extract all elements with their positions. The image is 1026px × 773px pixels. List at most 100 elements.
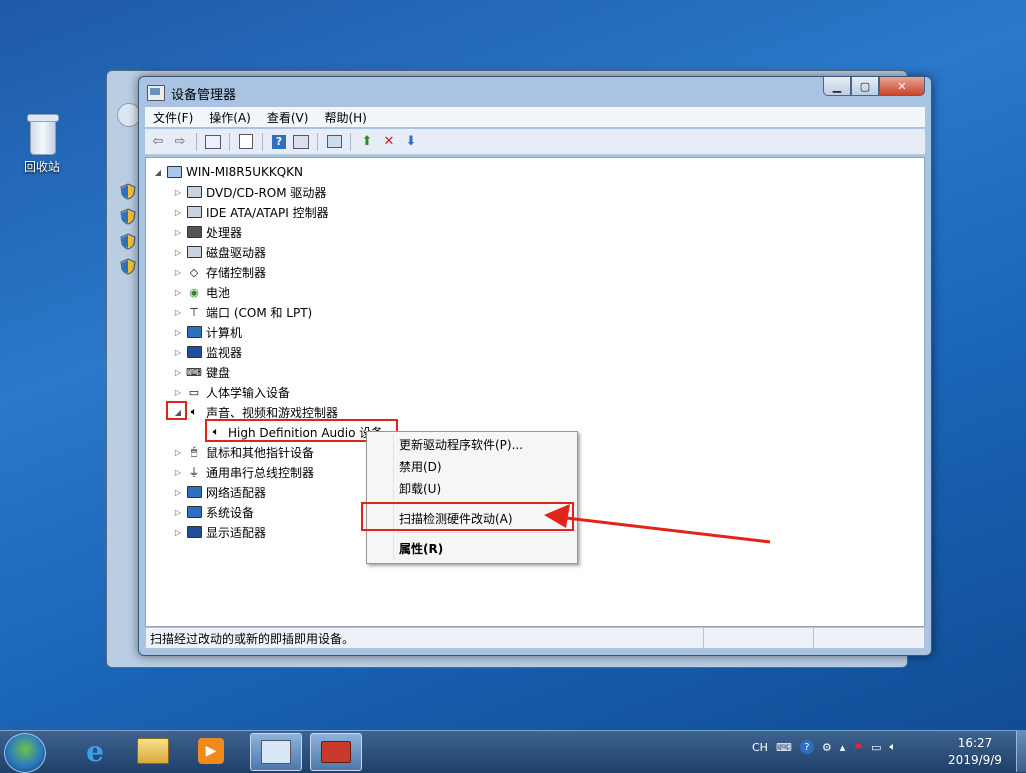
tree-item-label: IDE ATA/ATAPI 控制器 bbox=[206, 205, 329, 220]
system-tray: CH ⌨ ? ⚙ ▴ ⚑ ▭ 🔈︎ bbox=[752, 740, 896, 754]
tree-item[interactable]: ▷ ◇ 存储控制器 bbox=[174, 262, 266, 282]
help-icon[interactable]: ? bbox=[270, 133, 288, 151]
expand-arrow-icon[interactable]: ▷ bbox=[174, 388, 182, 397]
menu-properties[interactable]: 属性(R) bbox=[399, 538, 443, 558]
back-arrow-icon[interactable]: ⇦ bbox=[149, 133, 167, 151]
tree-root[interactable]: ◢ WIN-MI8R5UKKQKN bbox=[154, 162, 303, 182]
computer-icon bbox=[186, 325, 202, 339]
status-pane bbox=[814, 628, 922, 648]
device-manager-window[interactable]: 设备管理器 ▁ ▢ ✕ 文件(F) 操作(A) 查看(V) 帮助(H) ⇦ ⇨ … bbox=[138, 76, 932, 656]
show-desktop-button[interactable] bbox=[1016, 730, 1026, 772]
keyboard-icon[interactable]: ⌨ bbox=[776, 741, 792, 754]
tree-item-label: 系统设备 bbox=[206, 505, 255, 520]
maximize-button[interactable]: ▢ bbox=[851, 77, 879, 96]
tree-item-label: 网络适配器 bbox=[206, 485, 267, 500]
expand-arrow-icon[interactable]: ▷ bbox=[174, 468, 182, 477]
tree-item[interactable]: ▷ ▭ 人体学输入设备 bbox=[174, 382, 290, 402]
close-button[interactable]: ✕ bbox=[879, 77, 925, 96]
computer-icon bbox=[166, 165, 182, 179]
forward-arrow-icon[interactable]: ⇨ bbox=[171, 133, 189, 151]
menu-file[interactable]: 文件(F) bbox=[145, 109, 201, 126]
tree-item[interactable]: ▷ 处理器 bbox=[174, 222, 242, 242]
expand-arrow-icon[interactable]: ▷ bbox=[174, 188, 182, 197]
tree-root-label: WIN-MI8R5UKKQKN bbox=[186, 165, 304, 179]
tree-item[interactable]: ▷ 系统设备 bbox=[174, 502, 254, 522]
ide-controller-icon bbox=[186, 205, 202, 219]
menu-help[interactable]: 帮助(H) bbox=[316, 109, 374, 126]
tree-item[interactable]: ▷ 网络适配器 bbox=[174, 482, 266, 502]
control-panel-taskbar-item[interactable] bbox=[250, 733, 302, 771]
menu-view[interactable]: 查看(V) bbox=[259, 109, 317, 126]
device-manager-taskbar-item[interactable] bbox=[310, 733, 362, 771]
minimize-button[interactable]: ▁ bbox=[823, 77, 851, 96]
expand-arrow-icon[interactable]: ▷ bbox=[174, 288, 182, 297]
expand-arrow-icon[interactable]: ▷ bbox=[174, 488, 182, 497]
expand-arrow-icon[interactable]: ▷ bbox=[174, 268, 182, 277]
status-pane bbox=[704, 628, 814, 648]
show-hidden-icons-icon[interactable]: ▴ bbox=[840, 741, 846, 754]
file-explorer-icon[interactable] bbox=[128, 733, 178, 769]
expand-arrow-icon[interactable]: ▷ bbox=[174, 368, 182, 377]
help-icon[interactable]: ? bbox=[799, 740, 814, 754]
shield-icon bbox=[120, 233, 136, 250]
shield-icon bbox=[120, 183, 136, 200]
window-controls: ▁ ▢ ✕ bbox=[823, 77, 925, 96]
uninstall-icon[interactable]: ✕ bbox=[380, 133, 398, 151]
tree-item-label: 处理器 bbox=[206, 225, 243, 240]
menu-uninstall[interactable]: 卸载(U) bbox=[399, 478, 441, 498]
tree-item-label: 人体学输入设备 bbox=[206, 385, 291, 400]
tree-item[interactable]: ▷ 🖱︎ 鼠标和其他指针设备 bbox=[174, 442, 314, 462]
menu-action[interactable]: 操作(A) bbox=[201, 109, 259, 126]
tree-item[interactable]: ▷ IDE ATA/ATAPI 控制器 bbox=[174, 202, 329, 222]
internet-explorer-icon[interactable]: e bbox=[70, 733, 120, 769]
expand-arrow-icon[interactable]: ▷ bbox=[174, 208, 182, 217]
expand-arrow-icon[interactable]: ▷ bbox=[174, 328, 182, 337]
recycle-bin-desktop-icon[interactable]: 回收站 bbox=[14, 112, 70, 175]
language-indicator[interactable]: CH bbox=[752, 741, 768, 754]
scan-hardware-icon[interactable] bbox=[325, 133, 343, 151]
battery-icon: ◉ bbox=[189, 285, 199, 299]
expand-arrow-icon[interactable]: ▷ bbox=[174, 248, 182, 257]
tree-item[interactable]: ▷ 监视器 bbox=[174, 342, 242, 362]
tree-item[interactable]: ▷ ◉ 电池 bbox=[174, 282, 230, 302]
expand-arrow-icon[interactable]: ▷ bbox=[174, 448, 182, 457]
collapse-arrow-icon[interactable]: ◢ bbox=[154, 168, 162, 177]
media-player-icon[interactable]: ▶ bbox=[186, 733, 236, 769]
tree-item[interactable]: ▷ ⊤ 端口 (COM 和 LPT) bbox=[174, 302, 312, 322]
settings-icon[interactable]: ⚙ bbox=[822, 741, 832, 754]
disable-device-icon[interactable]: ⬇ bbox=[402, 133, 420, 151]
tree-item-label: 磁盘驱动器 bbox=[206, 245, 267, 260]
network-icon[interactable]: ▭ bbox=[871, 741, 881, 754]
usb-icon: ⏚ bbox=[188, 466, 200, 479]
tree-item[interactable]: ▷ ⏚ 通用串行总线控制器 bbox=[174, 462, 314, 482]
show-hide-pane-icon[interactable] bbox=[292, 133, 310, 151]
expand-arrow-icon[interactable]: ▷ bbox=[174, 308, 182, 317]
expand-arrow-icon[interactable]: ▷ bbox=[174, 528, 182, 537]
action-center-icon[interactable]: ⚑ bbox=[853, 741, 863, 754]
tree-item-label: 鼠标和其他指针设备 bbox=[206, 445, 315, 460]
expand-arrow-icon[interactable]: ▷ bbox=[174, 348, 182, 357]
console-tree-icon[interactable] bbox=[204, 133, 222, 151]
start-button[interactable] bbox=[4, 733, 46, 773]
expand-arrow-icon[interactable]: ▷ bbox=[174, 508, 182, 517]
menu-disable[interactable]: 禁用(D) bbox=[399, 456, 442, 476]
update-driver-icon[interactable]: ⬆ bbox=[358, 133, 376, 151]
clock[interactable]: 16:27 2019/9/9 bbox=[930, 735, 1020, 769]
tree-item[interactable]: ▷ ⌨ 键盘 bbox=[174, 362, 230, 382]
properties-sheet-icon[interactable] bbox=[237, 133, 255, 151]
title-bar[interactable]: 设备管理器 bbox=[147, 83, 236, 103]
keyboard-icon: ⌨ bbox=[186, 365, 202, 379]
tree-item-label: DVD/CD-ROM 驱动器 bbox=[206, 185, 327, 200]
expand-arrow-icon[interactable]: ▷ bbox=[174, 228, 182, 237]
tree-item-label: 键盘 bbox=[206, 365, 231, 380]
tree-item[interactable]: ▷ 磁盘驱动器 bbox=[174, 242, 266, 262]
recycle-bin-label: 回收站 bbox=[23, 160, 60, 174]
volume-icon[interactable]: 🔈︎ bbox=[890, 740, 897, 754]
menu-update-driver[interactable]: 更新驱动程序软件(P)... bbox=[399, 434, 523, 454]
toolbar: ⇦ ⇨ ? ⬆ ✕ ⬇ bbox=[145, 129, 925, 155]
tree-item[interactable]: ▷ 显示适配器 bbox=[174, 522, 266, 542]
tree-item[interactable]: ▷ 计算机 bbox=[174, 322, 242, 342]
shield-icon bbox=[120, 258, 136, 275]
window-title: 设备管理器 bbox=[171, 87, 237, 103]
tree-item[interactable]: ▷ DVD/CD-ROM 驱动器 bbox=[174, 182, 327, 202]
